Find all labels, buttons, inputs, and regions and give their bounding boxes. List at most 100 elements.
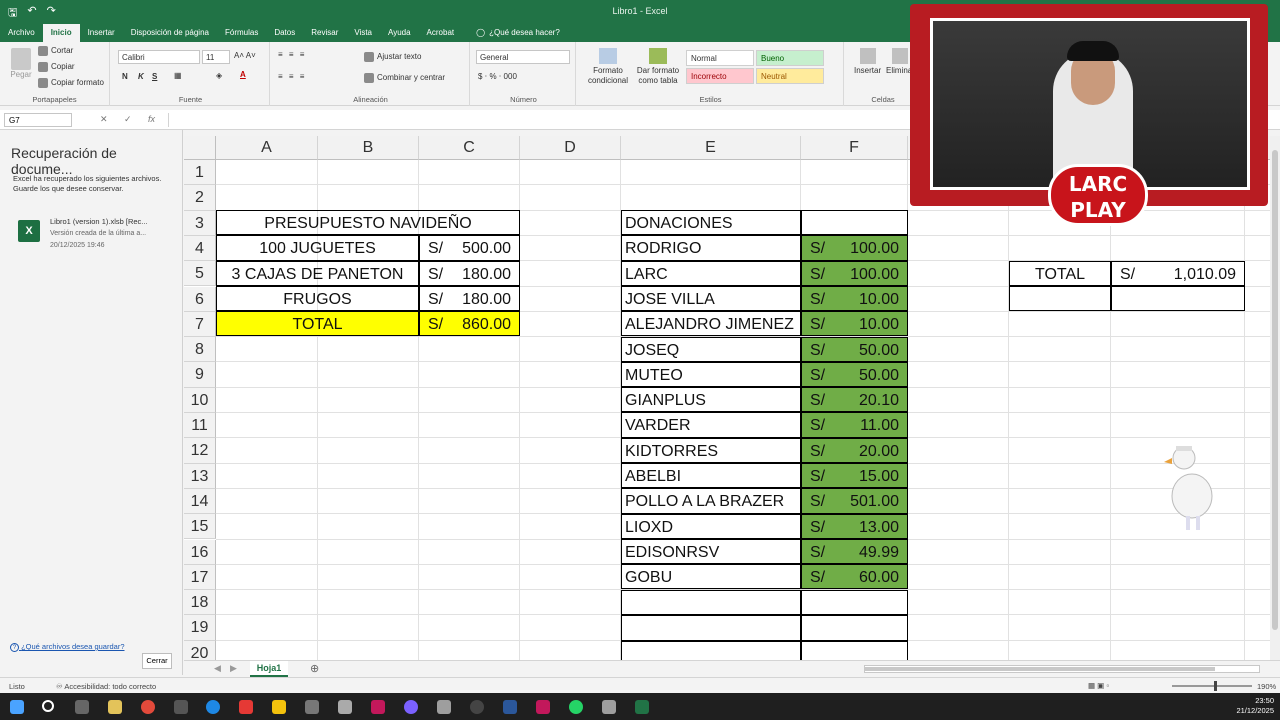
tab-insertar[interactable]: Insertar (80, 24, 123, 42)
horizontal-scrollbar[interactable] (864, 665, 1260, 673)
name-box[interactable]: G7 (4, 113, 72, 127)
budget-item-label[interactable]: 3 CAJAS DE PANETON (216, 260, 419, 286)
tab-formulas[interactable]: Fórmulas (217, 24, 266, 42)
column-header-c[interactable]: C (419, 136, 520, 160)
app-red-icon[interactable] (239, 700, 253, 714)
number-format-icons[interactable]: $ ⋅ % ⋅ 000 (478, 72, 517, 81)
grow-font-icon[interactable]: A˄ A˅ (234, 51, 256, 60)
scroll-right-icon[interactable]: ▶ (230, 663, 237, 674)
app-icon[interactable] (404, 700, 418, 714)
donations-header[interactable]: DONACIONES (621, 210, 801, 236)
underline-button[interactable]: S (152, 72, 157, 81)
accessibility-status[interactable]: ♾ Accesibilidad: todo correcto (56, 682, 156, 691)
donor-amount[interactable]: S/60.00 (801, 564, 908, 590)
donor-amount[interactable]: S/50.00 (801, 361, 908, 388)
confirm-icon[interactable]: ✓ (124, 114, 132, 125)
number-format-select[interactable]: General (476, 50, 570, 64)
budget-total-label[interactable]: TOTAL (216, 311, 419, 337)
donor-amount[interactable]: S/100.00 (801, 260, 908, 286)
donation-total-amount[interactable]: S/1,010.09 (1111, 260, 1245, 286)
recovered-file-item[interactable]: X Libro1 (version 1).xlsb [Rec... Versió… (18, 216, 178, 252)
app-icon[interactable] (305, 700, 319, 714)
row-header[interactable]: 1 (184, 160, 216, 186)
row-header[interactable]: 17 (184, 564, 216, 591)
donor-name[interactable]: JOSE VILLA (621, 285, 801, 312)
row-header[interactable]: 13 (184, 463, 216, 489)
donor-amount[interactable]: S/49.99 (801, 538, 908, 565)
zoom-level[interactable]: 190% (1257, 682, 1276, 691)
cancel-icon[interactable]: ✕ (100, 114, 108, 125)
donation-empty-cell[interactable] (621, 640, 801, 660)
which-files-link[interactable]: ? ¿Qué archivos desea guardar? (10, 642, 125, 652)
donation-total-label[interactable]: TOTAL (1009, 260, 1111, 286)
tab-acrobat[interactable]: Acrobat (419, 24, 463, 42)
zoom-slider-handle[interactable] (1214, 681, 1217, 691)
donor-name[interactable]: ABELBI (621, 463, 801, 489)
donor-amount[interactable]: S/20.00 (801, 437, 908, 463)
app-icon[interactable] (536, 700, 550, 714)
donation-total-empty[interactable] (1111, 285, 1245, 312)
budget-item-amount[interactable]: S/180.00 (419, 285, 520, 312)
donor-name[interactable]: JOSEQ (621, 336, 801, 362)
column-header-e[interactable]: E (621, 136, 801, 160)
scroll-left-icon[interactable]: ◀ (214, 663, 221, 674)
cut-button[interactable]: Cortar (38, 46, 73, 56)
donor-name[interactable]: RODRIGO (621, 235, 801, 261)
donor-amount[interactable]: S/15.00 (801, 463, 908, 489)
budget-item-label[interactable]: FRUGOS (216, 285, 419, 312)
close-recovery-button[interactable]: Cerrar (142, 653, 172, 669)
donor-name[interactable]: KIDTORRES (621, 437, 801, 463)
donor-amount[interactable]: S/501.00 (801, 488, 908, 514)
format-table-button[interactable]: Dar formato como tabla (634, 48, 682, 86)
font-name-select[interactable]: Calibri (118, 50, 200, 64)
app-icon[interactable] (174, 700, 188, 714)
column-header-d[interactable]: D (520, 136, 621, 160)
tab-inicio[interactable]: Inicio (42, 24, 80, 42)
donation-total-empty[interactable] (1009, 285, 1111, 312)
row-header[interactable]: 20 (184, 640, 216, 660)
format-painter-button[interactable]: Copiar formato (38, 78, 104, 88)
donor-amount[interactable]: S/100.00 (801, 235, 908, 261)
tab-disposicion[interactable]: Disposición de página (123, 24, 217, 42)
view-buttons[interactable]: ▦ ▣ ▫ (1088, 681, 1109, 690)
sheet-tab-hoja1[interactable]: Hoja1 (250, 661, 288, 677)
function-icon[interactable]: fx (148, 114, 155, 124)
donor-amount[interactable]: S/50.00 (801, 336, 908, 362)
donor-amount[interactable]: S/10.00 (801, 311, 908, 337)
budget-item-amount[interactable]: S/500.00 (419, 235, 520, 261)
fill-color-icon[interactable]: ◈ (216, 71, 222, 80)
chrome-icon[interactable] (141, 700, 155, 714)
wrap-text-button[interactable]: Ajustar texto (364, 52, 421, 62)
row-header[interactable]: 14 (184, 488, 216, 515)
row-header[interactable]: 12 (184, 438, 216, 464)
app-icon[interactable] (338, 700, 352, 714)
donor-name[interactable]: MUTEO (621, 361, 801, 388)
budget-total-amount[interactable]: S/860.00 (419, 311, 520, 337)
paste-button[interactable]: Pegar (8, 48, 34, 88)
row-header[interactable]: 5 (184, 261, 216, 287)
row-header[interactable]: 15 (184, 514, 216, 540)
row-header[interactable]: 19 (184, 615, 216, 641)
donor-name[interactable]: ALEJANDRO JIMENEZ (621, 311, 801, 337)
row-header[interactable]: 7 (184, 311, 216, 338)
style-bad[interactable]: Incorrecto (686, 68, 754, 84)
edge-icon[interactable] (206, 700, 220, 714)
system-clock[interactable]: 23:50 21/12/2025 (1236, 696, 1274, 716)
donation-empty-cell[interactable] (801, 615, 908, 641)
row-header[interactable]: 10 (184, 387, 216, 413)
font-size-select[interactable]: 11 (202, 50, 230, 64)
bold-button[interactable]: N (122, 72, 128, 81)
calculator-icon[interactable] (437, 700, 451, 714)
budget-title[interactable]: PRESUPUESTO NAVIDEÑO (216, 210, 520, 236)
vertical-scrollbar[interactable] (1270, 136, 1280, 660)
style-normal[interactable]: Normal (686, 50, 754, 66)
windows-start-icon[interactable] (10, 700, 24, 714)
tab-datos[interactable]: Datos (266, 24, 303, 42)
donations-header-amount[interactable] (801, 210, 908, 236)
whatsapp-icon[interactable] (569, 700, 583, 714)
column-header-b[interactable]: B (318, 136, 419, 160)
donor-amount[interactable]: S/13.00 (801, 513, 908, 539)
row-header[interactable]: 16 (184, 539, 216, 565)
donor-name[interactable]: LARC (621, 260, 801, 286)
app-icon[interactable] (602, 700, 616, 714)
